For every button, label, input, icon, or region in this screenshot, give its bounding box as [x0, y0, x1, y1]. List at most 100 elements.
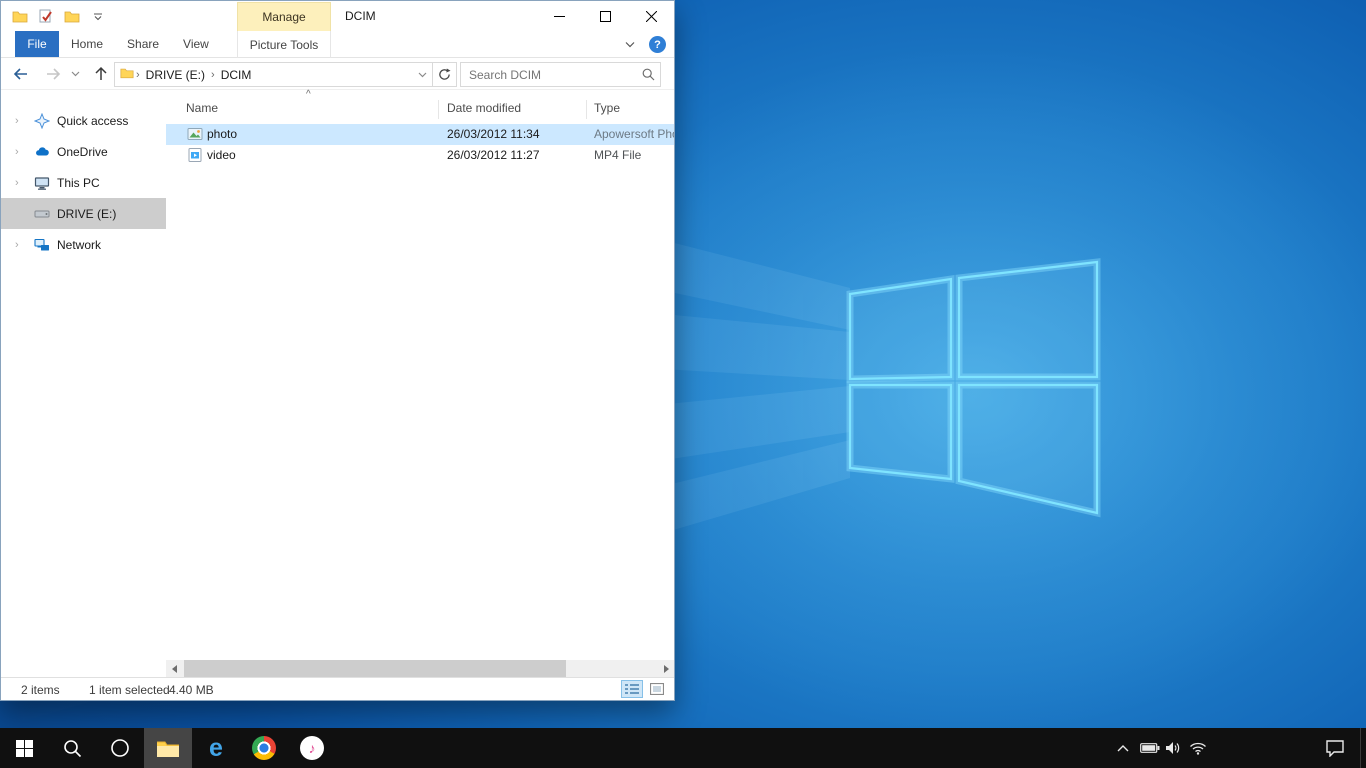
help-icon[interactable]: ? — [649, 36, 666, 53]
contextual-group-manage[interactable]: Manage — [237, 2, 331, 31]
minimize-button[interactable] — [536, 1, 582, 31]
address-bar[interactable]: › DRIVE (E:) › DCIM — [114, 62, 433, 87]
window-title: DCIM — [345, 1, 376, 31]
search-box[interactable] — [460, 62, 661, 87]
sort-ascending-caret-icon: ^ — [306, 89, 311, 100]
battery-icon[interactable] — [1138, 728, 1162, 768]
ribbon-collapse-chevron-icon[interactable] — [618, 31, 642, 58]
desktop-screen: Manage DCIM File Home Share View Picture… — [0, 0, 1366, 768]
sidebar-item-drive-e[interactable]: DRIVE (E:) — [1, 198, 166, 229]
sidebar-item-quick-access[interactable]: › Quick access — [1, 105, 166, 136]
itunes-icon: ♪ — [300, 736, 324, 760]
sidebar-item-onedrive[interactable]: › OneDrive — [1, 136, 166, 167]
address-dropdown-chevron-icon[interactable] — [412, 63, 432, 86]
qat-customize-chevron-icon[interactable] — [89, 7, 107, 25]
column-headers: ^ Name Date modified Type — [166, 97, 674, 121]
breadcrumb-folder[interactable]: DCIM — [217, 68, 256, 82]
sidebar-item-label: Quick access — [57, 114, 128, 128]
window-controls — [536, 1, 674, 31]
breadcrumb-separator: › — [209, 69, 217, 81]
file-name: photo — [207, 127, 237, 141]
file-rows: photo 26/03/2012 11:34 Apowersoft Pho vi… — [166, 124, 674, 166]
recent-locations-chevron-icon[interactable] — [67, 62, 83, 86]
music-note-glyph: ♪ — [309, 740, 316, 756]
column-header-date-modified[interactable]: Date modified — [447, 101, 521, 115]
expander-chevron-icon[interactable]: › — [15, 146, 19, 158]
file-row-photo[interactable]: photo 26/03/2012 11:34 Apowersoft Pho — [166, 124, 674, 145]
refresh-button[interactable] — [432, 62, 457, 87]
file-date-modified: 26/03/2012 11:27 — [447, 148, 540, 162]
file-explorer-window: Manage DCIM File Home Share View Picture… — [0, 0, 675, 701]
sidebar-item-this-pc[interactable]: › This PC — [1, 167, 166, 198]
taskbar-search-button[interactable] — [48, 728, 96, 768]
status-selected-size: 4.40 MB — [169, 683, 214, 697]
file-type: MP4 File — [594, 148, 674, 162]
view-mode-buttons — [621, 680, 668, 698]
navigation-pane: › Quick access › OneDrive › — [1, 91, 166, 660]
qat-properties-icon[interactable] — [37, 7, 55, 25]
breadcrumb-drive[interactable]: DRIVE (E:) — [142, 68, 209, 82]
scroll-left-arrow-icon[interactable] — [166, 660, 183, 677]
details-view-button[interactable] — [621, 680, 643, 698]
expander-chevron-icon[interactable]: › — [15, 115, 19, 127]
edge-button[interactable]: e — [192, 728, 240, 768]
file-type: Apowersoft Pho — [594, 127, 674, 141]
action-center-button[interactable] — [1318, 728, 1352, 768]
scroll-right-arrow-icon[interactable] — [657, 660, 674, 677]
large-icons-view-button[interactable] — [646, 680, 668, 698]
sidebar-item-label: OneDrive — [57, 145, 108, 159]
qat-new-folder-icon[interactable] — [63, 7, 81, 25]
this-pc-monitor-icon — [34, 175, 50, 191]
taskbar-file-explorer-button[interactable] — [144, 728, 192, 768]
quick-access-toolbar — [11, 1, 107, 31]
up-button[interactable] — [89, 62, 113, 86]
expander-chevron-icon[interactable]: › — [15, 239, 19, 251]
sidebar-item-network[interactable]: › Network — [1, 229, 166, 260]
close-button[interactable] — [628, 1, 674, 31]
column-divider[interactable] — [438, 100, 439, 119]
taskbar-left: e ♪ — [0, 728, 336, 768]
status-selected-count: 1 item selected — [89, 683, 170, 697]
network-icon[interactable] — [1186, 728, 1210, 768]
tab-picture-tools[interactable]: Picture Tools — [237, 31, 331, 58]
sidebar-item-label: This PC — [57, 176, 100, 190]
navigation-bar: › DRIVE (E:) › DCIM — [1, 58, 674, 90]
start-button[interactable] — [0, 728, 48, 768]
show-desktop-strip[interactable] — [1360, 728, 1366, 768]
horizontal-scrollbar[interactable] — [166, 660, 674, 677]
back-button[interactable] — [9, 62, 33, 86]
titlebar[interactable]: Manage DCIM — [1, 1, 674, 31]
file-list-pane: ^ Name Date modified Type photo 26/03/20… — [166, 91, 674, 660]
tab-share[interactable]: Share — [115, 31, 171, 57]
column-header-name[interactable]: Name — [186, 101, 218, 115]
scrollbar-thumb[interactable] — [184, 660, 566, 677]
file-name: video — [207, 148, 236, 162]
breadcrumb-separator: › — [134, 69, 142, 81]
volume-icon[interactable] — [1162, 728, 1184, 768]
forward-button[interactable] — [41, 62, 65, 86]
tab-view[interactable]: View — [171, 31, 221, 57]
video-file-icon — [187, 147, 203, 163]
cortana-button[interactable] — [96, 728, 144, 768]
tray-expand-chevron-icon[interactable] — [1112, 728, 1134, 768]
maximize-button[interactable] — [582, 1, 628, 31]
status-bar: 2 items 1 item selected 4.40 MB — [1, 677, 674, 700]
file-row-video[interactable]: video 26/03/2012 11:27 MP4 File — [166, 145, 674, 166]
network-icon — [34, 237, 50, 253]
edge-e-glyph: e — [209, 736, 223, 761]
search-icon[interactable] — [636, 68, 660, 81]
file-date-modified: 26/03/2012 11:34 — [447, 127, 540, 141]
tab-home[interactable]: Home — [59, 31, 115, 57]
chrome-button[interactable] — [240, 728, 288, 768]
itunes-button[interactable]: ♪ — [288, 728, 336, 768]
sidebar-item-label: Network — [57, 238, 101, 252]
tab-file[interactable]: File — [15, 31, 59, 57]
search-input[interactable] — [461, 68, 636, 82]
column-header-type[interactable]: Type — [594, 101, 620, 115]
column-divider[interactable] — [586, 100, 587, 119]
explorer-body: › Quick access › OneDrive › — [1, 91, 674, 677]
address-folder-icon — [120, 67, 134, 82]
window-folder-icon — [11, 7, 29, 25]
quick-access-star-icon — [34, 113, 50, 129]
expander-chevron-icon[interactable]: › — [15, 177, 19, 189]
